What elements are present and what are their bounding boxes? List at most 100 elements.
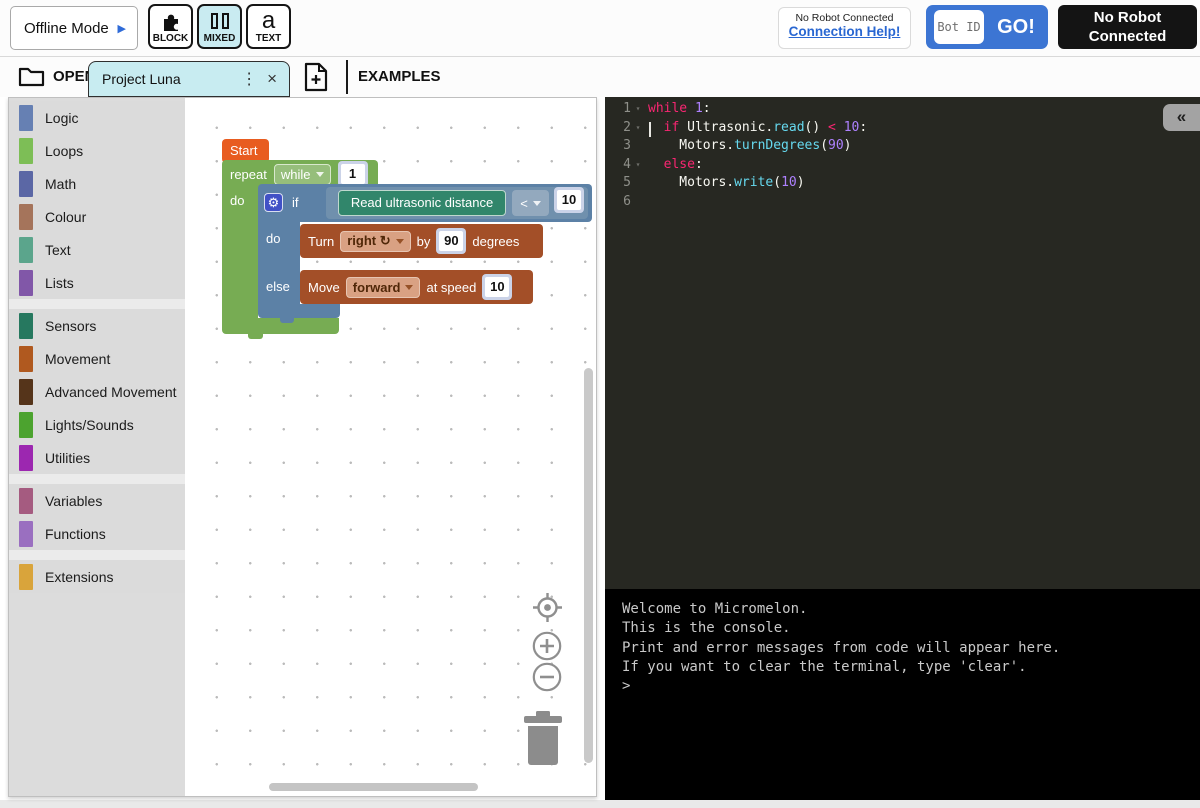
fold-spacer — [631, 193, 645, 212]
connection-mode-dropdown[interactable]: Offline Mode ▶ — [10, 6, 138, 50]
move-block[interactable]: Move forward at speed 10 — [300, 270, 533, 304]
new-file-icon — [303, 62, 329, 92]
folder-icon — [18, 65, 45, 87]
ultrasonic-sensor-block[interactable]: Read ultrasonic distance — [338, 190, 506, 216]
trash-button[interactable] — [522, 711, 564, 766]
if-block-bottom[interactable] — [258, 304, 340, 318]
repeat-label: repeat — [230, 167, 267, 182]
open-button[interactable]: OPEN — [18, 65, 96, 87]
toolbox-category-logic[interactable]: Logic — [9, 101, 185, 134]
if-label: if — [292, 195, 299, 210]
category-label: Movement — [45, 351, 110, 367]
zoom-reset-button[interactable] — [532, 592, 563, 623]
tabbar-divider — [346, 60, 348, 94]
tab-close-icon[interactable]: × — [265, 69, 279, 89]
canvas-vertical-scrollbar[interactable] — [584, 368, 593, 763]
category-label: Extensions — [45, 569, 113, 585]
crosshair-icon — [532, 592, 563, 623]
toolbox-category-colour[interactable]: Colour — [9, 200, 185, 233]
turn-block[interactable]: Turn right ↻ by 90 degrees — [300, 224, 543, 258]
code-text: Motors.turnDegrees(90) — [645, 137, 852, 156]
category-label: Logic — [45, 110, 78, 126]
repeat-do-label: do — [230, 193, 244, 208]
fold-caret-icon[interactable]: ▾ — [631, 100, 645, 119]
code-text: Motors.write(10) — [645, 174, 805, 193]
dropdown-caret-icon — [316, 172, 324, 177]
text-a-icon: a — [262, 10, 275, 32]
category-color-chip — [19, 379, 33, 405]
dropdown-caret-icon — [533, 201, 541, 206]
repeat-mode-dropdown[interactable]: while — [274, 164, 331, 185]
text-mode-button[interactable]: a TEXT — [246, 4, 291, 49]
category-label: Text — [45, 242, 71, 258]
puzzle-icon — [160, 10, 182, 32]
toolbox-category-movement[interactable]: Movement — [9, 342, 185, 375]
collapse-panel-button[interactable]: « — [1163, 104, 1200, 131]
category-label: Lists — [45, 275, 74, 291]
comparison-operator-dropdown[interactable]: < — [512, 190, 549, 216]
toolbox-category-math[interactable]: Math — [9, 167, 185, 200]
toolbox-category-lights-sounds[interactable]: Lights/Sounds — [9, 408, 185, 441]
category-label: Variables — [45, 493, 102, 509]
toolbox-category-text[interactable]: Text — [9, 233, 185, 266]
comparison-block[interactable]: Read ultrasonic distance < 10 — [326, 187, 588, 219]
move-speed-input[interactable]: 10 — [482, 274, 512, 300]
category-label: Math — [45, 176, 76, 192]
zoom-out-button[interactable] — [532, 662, 562, 692]
category-label: Utilities — [45, 450, 90, 466]
canvas-horizontal-scrollbar[interactable] — [269, 783, 478, 791]
toolbox-category-functions[interactable]: Functions — [9, 517, 185, 550]
robot-status-line1: No Robot — [1058, 8, 1197, 27]
toolbox-category-sensors[interactable]: Sensors — [9, 309, 185, 342]
category-color-chip — [19, 204, 33, 230]
move-direction-dropdown[interactable]: forward — [346, 277, 421, 298]
toolbox-category-loops[interactable]: Loops — [9, 134, 185, 167]
connection-help-link[interactable]: Connection Help! — [779, 24, 910, 39]
code-text: while 1: — [645, 100, 711, 119]
project-tab[interactable]: Project Luna ⋮ × — [88, 61, 290, 97]
block-mode-button[interactable]: BLOCK — [148, 4, 193, 49]
block-canvas[interactable]: Start repeat while 1 do ⚙ if Read ultras… — [185, 98, 596, 796]
toolbox-category-extensions[interactable]: Extensions — [9, 560, 185, 593]
connection-mode-label: Offline Mode — [24, 20, 118, 37]
text-mode-label: TEXT — [256, 33, 282, 44]
code-editor[interactable]: 1▾while 1:2▾ if Ultrasonic.read() < 10:3… — [605, 97, 1200, 589]
turn-degrees-input[interactable]: 90 — [436, 228, 466, 254]
console-panel[interactable]: Welcome to Micromelon.This is the consol… — [605, 589, 1200, 800]
code-line: 6 — [605, 193, 1200, 212]
turn-direction-dropdown[interactable]: right ↻ — [340, 231, 410, 252]
dropdown-expand-icon: ▶ — [118, 22, 126, 35]
category-color-chip — [19, 412, 33, 438]
fold-caret-icon[interactable]: ▾ — [631, 119, 645, 138]
top-toolbar: Offline Mode ▶ BLOCK MIXED a TEXT No Rob… — [0, 0, 1200, 57]
zoom-in-button[interactable] — [532, 631, 562, 661]
console-line: If you want to clear the terminal, type … — [622, 658, 1200, 677]
toolbox-category-lists[interactable]: Lists — [9, 266, 185, 299]
mutator-gear-icon[interactable]: ⚙ — [264, 193, 283, 212]
toolbox-group-divider — [9, 474, 185, 484]
console-line: Print and error messages from code will … — [622, 639, 1200, 658]
block-mode-label: BLOCK — [153, 33, 189, 44]
new-file-button[interactable] — [303, 62, 329, 92]
go-button[interactable]: GO! — [984, 16, 1048, 39]
bot-id-input[interactable] — [934, 10, 984, 44]
fold-caret-icon[interactable]: ▾ — [631, 156, 645, 175]
turn-by-label: by — [417, 234, 431, 249]
if-block[interactable]: ⚙ if Read ultrasonic distance < 10 — [258, 184, 592, 222]
if-do-label: do — [266, 231, 280, 246]
category-label: Advanced Movement — [45, 384, 177, 400]
project-tab-title: Project Luna — [102, 71, 233, 87]
start-block-label: Start — [230, 143, 257, 158]
tab-menu-icon[interactable]: ⋮ — [233, 69, 265, 89]
toolbox-category-variables[interactable]: Variables — [9, 484, 185, 517]
toolbox-category-advanced-movement[interactable]: Advanced Movement — [9, 375, 185, 408]
line-number: 1 — [605, 100, 631, 119]
examples-button[interactable]: EXAMPLES — [358, 57, 441, 97]
comparison-value-input[interactable]: 10 — [554, 187, 584, 213]
category-color-chip — [19, 521, 33, 547]
toolbox-category-utilities[interactable]: Utilities — [9, 441, 185, 474]
robot-status-line2: Connected — [1058, 27, 1197, 46]
line-number: 5 — [605, 174, 631, 193]
category-color-chip — [19, 564, 33, 590]
mixed-mode-button[interactable]: MIXED — [197, 4, 242, 49]
